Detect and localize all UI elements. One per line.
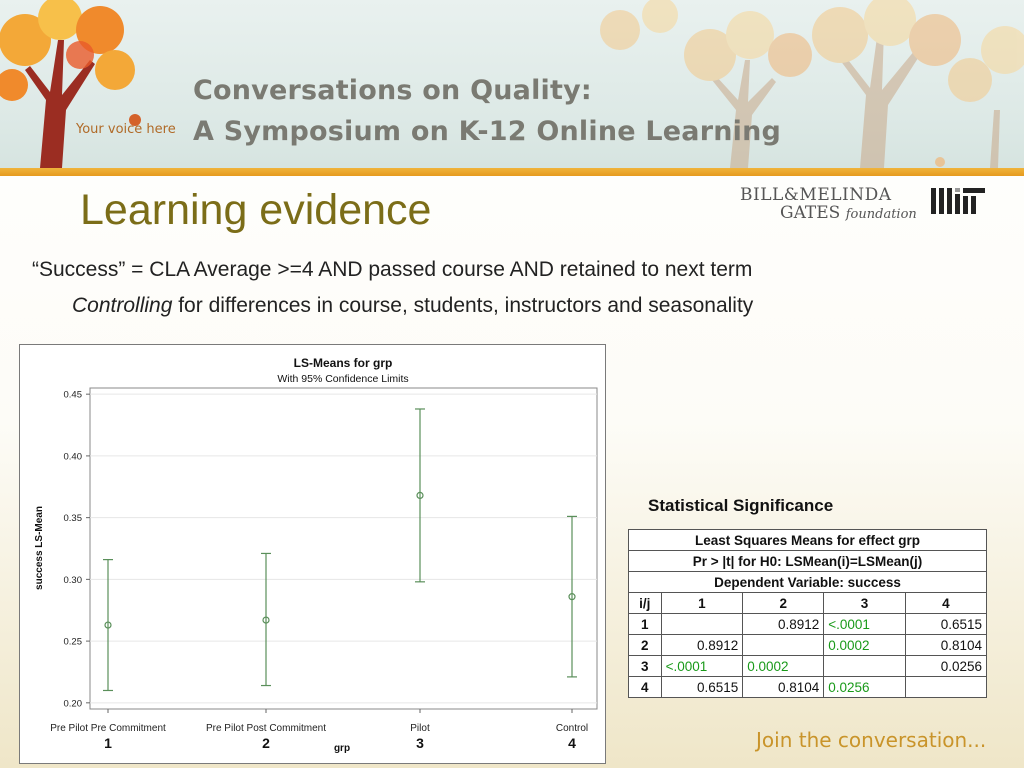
table-cell: [742, 634, 825, 656]
table-col-header: 4: [904, 592, 988, 614]
x-tick-label: Pilot: [410, 723, 430, 734]
table-cell: 0.0256: [904, 655, 988, 677]
table-title-1: Least Squares Means for effect grp: [628, 529, 987, 551]
slide-title: Learning evidence: [80, 186, 432, 234]
banner: Conversations on Quality: A Symposium on…: [0, 0, 1024, 168]
table-col-header: 2: [742, 592, 825, 614]
y-tick-label: 0.20: [64, 698, 83, 709]
group-number-label: 3: [416, 735, 424, 751]
table-row: 4 0.6515 0.8104 0.0256: [628, 676, 988, 698]
table-cell: 0.6515: [660, 676, 744, 698]
x-tick-label: Control: [556, 723, 588, 734]
table-row: 1 0.8912 <.0001 0.6515: [628, 613, 988, 635]
x-axis-label: grp: [334, 743, 350, 754]
table-corner: i/j: [628, 592, 662, 614]
voice-tagline: Your voice here: [76, 122, 176, 137]
y-tick-label: 0.35: [64, 513, 83, 524]
table-cell: 0.6515: [904, 613, 988, 635]
table-title-3: Dependent Variable: success: [628, 571, 987, 593]
group-number-label: 1: [104, 735, 112, 751]
gates-foundation-logo: BILL&MELINDA GATES foundation: [740, 185, 917, 223]
table-title-2: Pr > |t| for H0: LSMean(i)=LSMean(j): [628, 550, 987, 572]
group-number-label: 2: [262, 735, 270, 751]
gates-logo-line2: GATES foundation: [780, 203, 917, 223]
banner-title-line2: A Symposium on K-12 Online Learning: [193, 116, 782, 147]
table-row: 3 <.0001 0.0002 0.0256: [628, 655, 988, 677]
ls-means-table: Least Squares Means for effect grp Pr > …: [628, 529, 988, 698]
plot-area: [89, 387, 598, 710]
ls-means-chart: LS-Means for grp With 95% Confidence Limi…: [19, 344, 606, 764]
y-tick-label: 0.45: [64, 390, 83, 401]
table-row-header: 3: [628, 655, 662, 677]
y-tick-label: 0.25: [64, 637, 83, 648]
success-definition: “Success” = CLA Average >=4 AND passed c…: [32, 258, 753, 281]
table-row-header: 4: [628, 676, 662, 698]
table-cell: <.0001: [660, 655, 744, 677]
controlling-rest: for differences in course, students, ins…: [172, 294, 754, 317]
controlling-word: Controlling: [72, 294, 173, 317]
table-row-header: 1: [628, 613, 662, 635]
chart-svg: LS-Means for grp With 95% Confidence Limi…: [34, 356, 598, 754]
y-axis-label: success LS-Mean: [34, 506, 45, 590]
gates-logo-foundation: foundation: [845, 207, 917, 222]
x-tick-label: Pre Pilot Pre Commitment: [50, 723, 166, 734]
table-cell: [823, 655, 906, 677]
table-cell: <.0001: [823, 613, 906, 635]
table-cell: 0.0256: [823, 676, 906, 698]
table-cell: 0.0002: [823, 634, 906, 656]
chart-title: LS-Means for grp: [294, 356, 393, 370]
x-tick-label: Pre Pilot Post Commitment: [206, 723, 326, 734]
table-header-row: i/j 1234: [628, 592, 988, 614]
table-cell: 0.8912: [660, 634, 744, 656]
banner-title: Conversations on Quality: A Symposium on…: [193, 70, 781, 152]
gates-logo-line1: BILL&MELINDA: [740, 185, 892, 205]
banner-stripe: [0, 168, 1024, 176]
table-cell: 0.8104: [904, 634, 988, 656]
y-tick-label: 0.30: [64, 575, 83, 586]
join-conversation-tagline: Join the conversation...: [756, 728, 987, 752]
table-col-header: 3: [823, 592, 906, 614]
table-cell: [904, 676, 988, 698]
table-cell: [660, 613, 744, 635]
controlling-note: Controlling for differences in course, s…: [72, 294, 753, 318]
table-cell: 0.8104: [742, 676, 825, 698]
table-row-header: 2: [628, 634, 662, 656]
table-row: 2 0.8912 0.0002 0.8104: [628, 634, 988, 656]
statistical-significance-heading: Statistical Significance: [648, 496, 834, 515]
table-col-header: 1: [660, 592, 744, 614]
mit-logo: [931, 188, 985, 214]
table-cell: 0.8912: [742, 613, 825, 635]
gates-logo-gates: GATES: [780, 203, 841, 223]
banner-title-line1: Conversations on Quality:: [193, 75, 592, 106]
table-cell: 0.0002: [742, 655, 825, 677]
group-number-label: 4: [568, 735, 576, 751]
y-tick-label: 0.40: [64, 451, 83, 462]
chart-subtitle: With 95% Confidence Limits: [277, 373, 408, 385]
